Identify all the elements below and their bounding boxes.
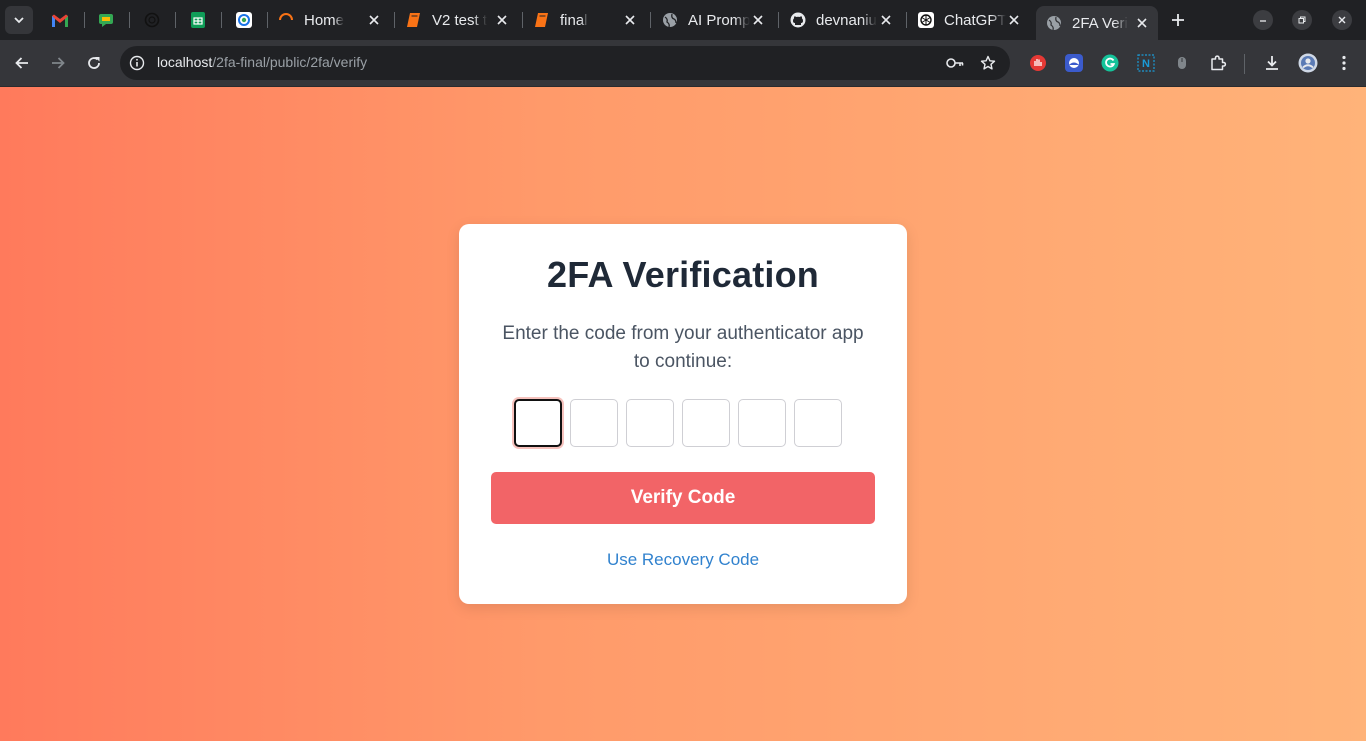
extension-n-icon[interactable]: N <box>1136 53 1156 73</box>
extension-mouse-icon[interactable] <box>1172 53 1192 73</box>
instruction-text: Enter the code from your authenticator a… <box>502 323 864 372</box>
tab-title: ChatGPT <box>944 11 1006 29</box>
tab-chat[interactable] <box>98 4 114 36</box>
tab-2fa-verify-active[interactable]: 2FA Veri <box>1036 6 1158 40</box>
grammarly-icon[interactable] <box>1100 53 1120 73</box>
close-icon[interactable] <box>494 12 510 28</box>
book-icon <box>406 12 422 28</box>
restore-button[interactable] <box>1292 10 1312 30</box>
tab-final[interactable]: final <box>534 4 646 36</box>
tab-strip: Home V2 test t final AI Promp devnaniu C… <box>0 0 1366 40</box>
tab-sheets[interactable] <box>190 4 206 36</box>
close-icon[interactable] <box>1134 15 1150 31</box>
extensions-puzzle-icon[interactable] <box>1208 53 1228 73</box>
extension-red-icon[interactable] <box>1028 53 1048 73</box>
tab-openai[interactable] <box>144 4 160 36</box>
code-digit-4[interactable] <box>682 399 730 447</box>
tab-github[interactable]: devnaniu <box>790 4 902 36</box>
chevron-down-icon <box>14 17 24 24</box>
close-icon[interactable] <box>1006 12 1022 28</box>
menu-kebab-icon[interactable] <box>1334 53 1354 73</box>
back-button[interactable] <box>10 51 34 75</box>
openai-icon <box>144 12 160 28</box>
book-icon <box>534 12 550 28</box>
code-digit-1[interactable] <box>514 399 562 447</box>
profile-avatar-icon[interactable] <box>1298 53 1318 73</box>
page-title: 2FA Verification <box>547 254 819 295</box>
tab-gmail[interactable] <box>52 4 68 36</box>
browser-toolbar: localhost/2fa-final/public/2fa/verify N <box>0 40 1366 87</box>
close-icon[interactable] <box>878 12 894 28</box>
minimize-icon <box>1260 20 1266 22</box>
arrow-left-icon <box>15 57 28 69</box>
tab-title: V2 test t <box>432 11 488 29</box>
tab-title: devnaniu <box>816 11 877 29</box>
drive-sync-icon <box>236 12 252 28</box>
code-digit-3[interactable] <box>626 399 674 447</box>
tab-title: AI Promp <box>688 11 750 29</box>
password-key-icon[interactable] <box>946 54 964 72</box>
tab-ai-prompt[interactable]: AI Promp <box>662 4 774 36</box>
url-text[interactable]: localhost/2fa-final/public/2fa/verify <box>157 54 367 70</box>
sheets-icon <box>190 12 206 28</box>
verify-code-button[interactable]: Verify Code <box>491 472 875 524</box>
close-icon[interactable] <box>750 12 766 28</box>
tab-search-button[interactable] <box>5 6 33 34</box>
globe-icon <box>662 12 678 28</box>
address-bar[interactable]: localhost/2fa-final/public/2fa/verify <box>120 46 1010 80</box>
globe-icon <box>1046 15 1062 31</box>
tab-v2-test[interactable]: V2 test t <box>406 4 518 36</box>
verification-card: 2FA Verification Enter the code from you… <box>459 224 907 604</box>
arrow-right-icon <box>52 57 65 69</box>
tab-title: 2FA Veri <box>1072 14 1128 32</box>
code-digit-5[interactable] <box>738 399 786 447</box>
tab-title: Home <box>304 11 345 29</box>
tab-title: final <box>560 11 588 29</box>
extension-blue-icon[interactable] <box>1064 53 1084 73</box>
close-icon[interactable] <box>366 12 382 28</box>
tab-drive-sync[interactable] <box>236 4 252 36</box>
plus-icon <box>1172 14 1184 26</box>
new-tab-button[interactable] <box>1166 8 1190 32</box>
close-window-button[interactable] <box>1332 10 1352 30</box>
gmail-icon <box>52 12 68 28</box>
minimize-button[interactable] <box>1253 10 1273 30</box>
forward-button[interactable] <box>46 51 70 75</box>
chat-icon <box>98 12 114 28</box>
github-icon <box>790 12 806 28</box>
chatgpt-icon <box>918 12 934 28</box>
use-recovery-code-link[interactable]: Use Recovery Code <box>459 550 907 570</box>
close-icon[interactable] <box>622 12 638 28</box>
loader-icon <box>278 12 294 28</box>
reload-button[interactable] <box>82 51 106 75</box>
download-icon[interactable] <box>1262 53 1282 73</box>
url-path: /2fa-final/public/2fa/verify <box>212 54 368 70</box>
code-digit-6[interactable] <box>794 399 842 447</box>
reload-icon <box>88 57 100 69</box>
close-icon <box>1338 16 1346 24</box>
tab-home[interactable]: Home <box>278 4 390 36</box>
tab-chatgpt[interactable]: ChatGPT <box>918 4 1030 36</box>
code-digit-2[interactable] <box>570 399 618 447</box>
url-host: localhost <box>157 54 213 70</box>
svg-text:N: N <box>1142 58 1150 70</box>
site-info-icon[interactable] <box>128 54 146 72</box>
bookmark-star-icon[interactable] <box>979 54 997 72</box>
code-input-group <box>514 399 842 447</box>
page-background: 2FA Verification Enter the code from you… <box>0 87 1366 741</box>
restore-icon <box>1298 16 1306 24</box>
